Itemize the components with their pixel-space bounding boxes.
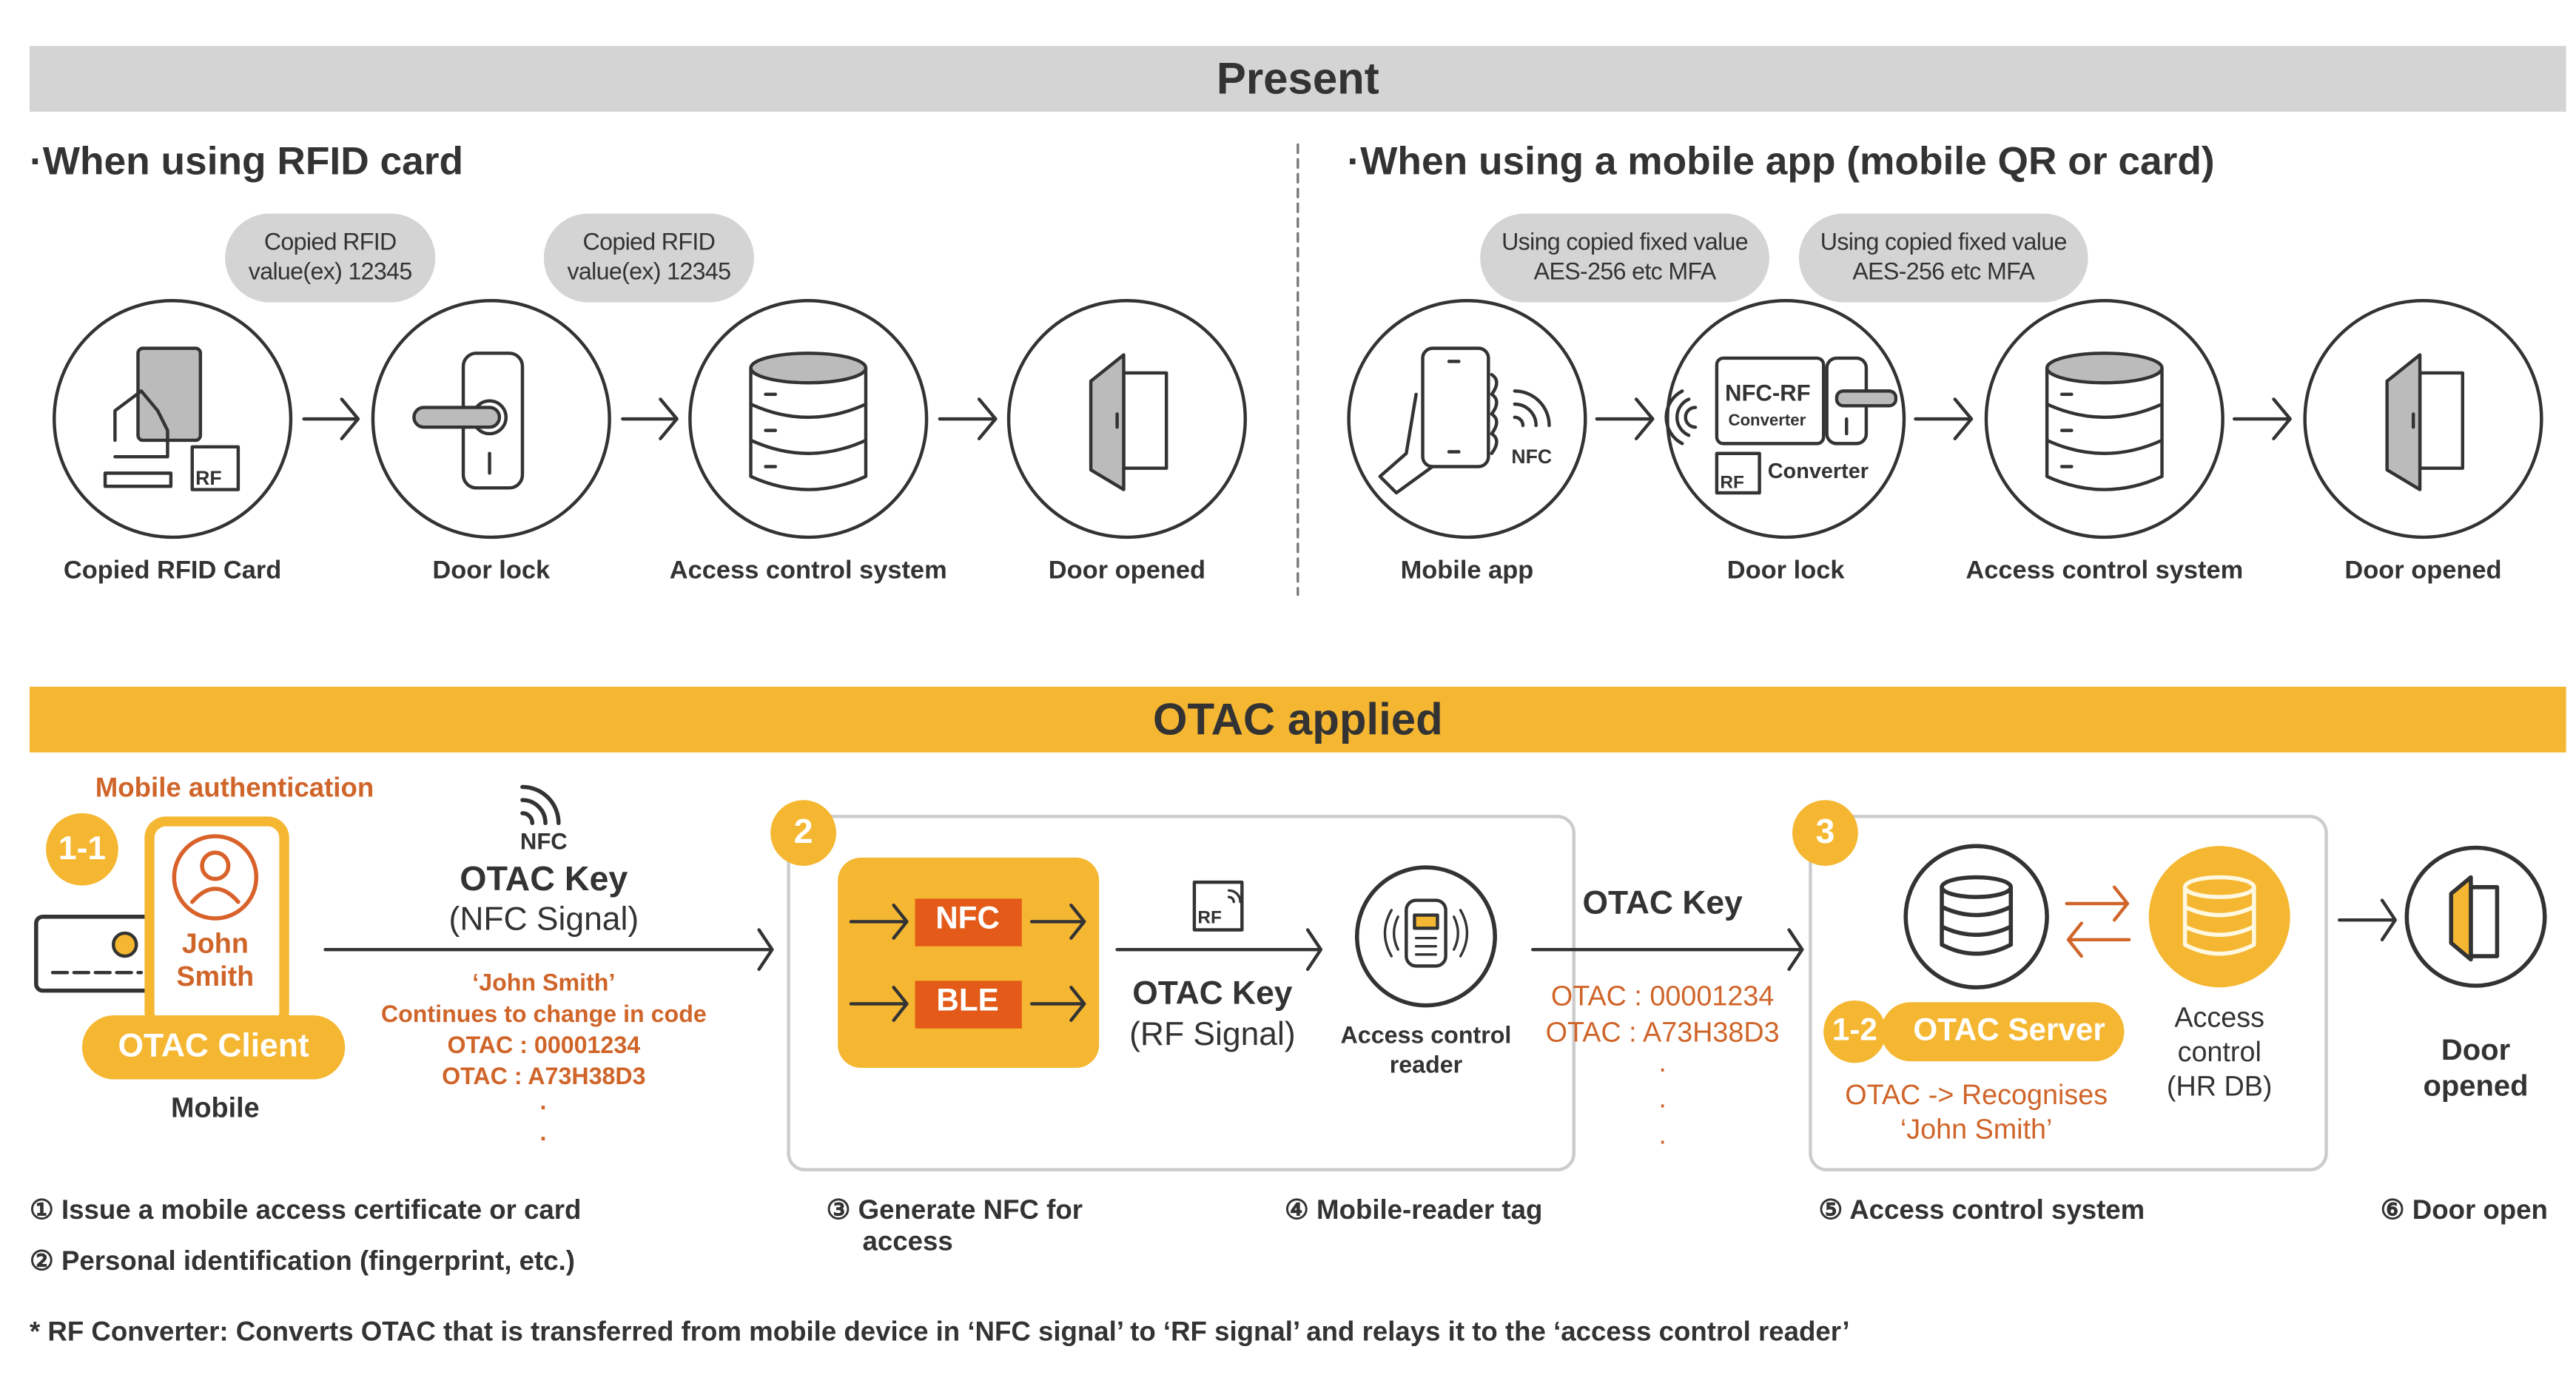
- door-opened-label: Door opened: [2423, 1032, 2528, 1104]
- mobile-label: Mobile: [171, 1092, 260, 1124]
- card-icon: [34, 914, 157, 993]
- footnote: * RF Converter: Converts OTAC that is tr…: [29, 1317, 1850, 1348]
- note-line: Continues to change in code: [380, 1002, 707, 1029]
- open-door-icon: [1089, 353, 1168, 491]
- nfc-rf-converter-lock-icon: NFC-RF Converter RF Converter: [1664, 356, 1898, 495]
- nfc-signal-label: (NFC Signal): [448, 901, 639, 938]
- label-line: (HR DB): [2166, 1071, 2273, 1103]
- note-line: OTAC -> Recognises: [1845, 1079, 2108, 1111]
- converter-tag: Converter: [1728, 411, 1806, 429]
- diagram: Present ·When using RFID card ·When usin…: [0, 0, 2576, 1391]
- note-line: OTAC : 00001234: [447, 1033, 641, 1060]
- otac-key-rf-label: OTAC Key: [1132, 975, 1293, 1012]
- rf-tag: RF: [1197, 908, 1222, 928]
- reader-label-line: reader: [1389, 1053, 1463, 1080]
- label-line: control: [2177, 1036, 2261, 1068]
- recognise-note: OTAC -> Recognises ‘John Smith’: [1845, 1077, 2108, 1146]
- step-6: ⑥ Door open: [2380, 1196, 2548, 1226]
- nfc-label: NFC: [519, 827, 568, 855]
- note-line: ‘John Smith’: [1900, 1114, 2053, 1146]
- door-lock-icon: [412, 352, 525, 490]
- note-line: OTAC : A73H38D3: [1545, 1017, 1780, 1049]
- step-3: ③ Generate NFC for: [826, 1196, 1083, 1226]
- open-door-icon: [2385, 353, 2465, 491]
- step-badge-3: 3: [1792, 800, 1858, 866]
- step-2: ② Personal identification (fingerprint, …: [29, 1246, 575, 1277]
- otac-key-label: OTAC Key: [460, 861, 628, 899]
- database-icon: [1940, 875, 2014, 956]
- otac-server-pill: OTAC Server: [1880, 1002, 2125, 1062]
- database-icon: [749, 352, 868, 491]
- note-dot: ·: [539, 1126, 548, 1154]
- step-1: ① Issue a mobile access certificate or c…: [29, 1196, 582, 1226]
- note-line: OTAC : A73H38D3: [442, 1064, 646, 1092]
- hr-db-label: Access control (HR DB): [2167, 1001, 2273, 1104]
- arrow-right-icon: [1595, 397, 1655, 440]
- nfc-tag: NFC: [1511, 445, 1552, 468]
- rf-signal-label: (RF Signal): [1129, 1017, 1296, 1054]
- signal-generator-box: [838, 857, 1100, 1068]
- arrow-right-icon: [2232, 397, 2292, 440]
- otac-client-pill: OTAC Client: [82, 1015, 346, 1080]
- nfc-tag-label: NFC: [935, 901, 1000, 937]
- arrow-right-icon: [1914, 397, 1974, 440]
- arrow-right-icon: [621, 397, 679, 440]
- step-5: ⑤ Access control system: [1818, 1196, 2145, 1226]
- step-circle: [1006, 299, 1247, 539]
- otac-code-notes: OTAC : 00001234 OTAC : A73H38D3 · · ·: [1546, 979, 1780, 1160]
- step-badge-2: 2: [770, 800, 836, 866]
- note-dot: ·: [1658, 1125, 1667, 1157]
- access-reader-icon: [1383, 898, 1469, 968]
- nfc-rf-tag: NFC-RF: [1725, 380, 1811, 406]
- converter-tag: Converter: [1768, 460, 1869, 483]
- reader-label: Access control reader: [1341, 1022, 1512, 1081]
- open-door-icon: [2449, 875, 2500, 962]
- arrow-right-icon: [938, 397, 998, 440]
- rfid-card-hand-icon: RF: [103, 346, 241, 491]
- label-line: opened: [2423, 1069, 2529, 1103]
- rf-tag: RF: [195, 467, 222, 489]
- arrow-right-icon: [1115, 928, 1323, 972]
- mobile-auth-label: Mobile authentication: [95, 773, 374, 804]
- step-badge-1-2: 1-2: [1823, 1000, 1886, 1063]
- database-icon: [2045, 352, 2164, 491]
- user-first-name: John: [181, 928, 249, 960]
- phone-hand-nfc-icon: NFC: [1378, 346, 1552, 495]
- note-line: OTAC : 00001234: [1550, 981, 1775, 1012]
- note-line: ‘John Smith’: [472, 971, 616, 998]
- arrow-right-icon: [2338, 898, 2397, 942]
- user-name: John Smith: [176, 928, 254, 994]
- otac-key-label: OTAC Key: [1582, 885, 1743, 922]
- ble-tag-label: BLE: [936, 984, 999, 1019]
- rf-tag: RF: [1720, 472, 1744, 492]
- exchange-arrows-icon: [2065, 885, 2131, 958]
- arrow-right-icon: [302, 397, 360, 440]
- step-3-cont: access: [862, 1227, 953, 1257]
- reader-label-line: Access control: [1340, 1023, 1512, 1050]
- step-badge-1-1: 1-1: [46, 813, 118, 886]
- user-last-name: Smith: [176, 961, 255, 992]
- otac-code-notes: ‘John Smith’ Continues to change in code O…: [381, 969, 707, 1157]
- rf-card-icon: RF: [1192, 880, 1244, 932]
- graphics-layer: RF NFC NFC-RF Converter RF Converter RF: [34, 143, 2547, 1171]
- step-4: ④ Mobile-reader tag: [1285, 1196, 1543, 1226]
- door-circle: [2404, 845, 2547, 988]
- label-line: Access: [2174, 1002, 2265, 1034]
- note-dot: ·: [1658, 1053, 1667, 1085]
- label-line: Door: [2441, 1033, 2511, 1066]
- step-circle: [2303, 299, 2543, 539]
- nfc-signal-icon: [520, 784, 561, 825]
- note-dot: ·: [539, 1095, 548, 1123]
- note-dot: ·: [1658, 1089, 1667, 1121]
- reader-circle: [1354, 865, 1497, 1008]
